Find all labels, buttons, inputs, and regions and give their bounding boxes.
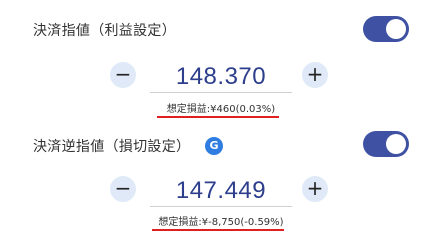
guaranteed-badge-icon[interactable]: G <box>205 137 223 155</box>
take-profit-price-input[interactable]: 148.370 <box>150 63 292 91</box>
take-profit-increment-button[interactable]: + <box>302 62 328 88</box>
take-profit-estimated-profit: 想定損益:¥460(0.03%) <box>166 104 276 115</box>
toggle-knob <box>386 19 406 39</box>
stop-loss-estimated-profit: 想定損益:¥-8,750(-0.59%) <box>158 217 284 228</box>
stop-loss-price-input[interactable]: 147.449 <box>150 177 292 205</box>
stop-loss-decrement-button[interactable]: − <box>110 176 136 202</box>
stop-loss-price-underline <box>150 206 292 207</box>
toggle-knob <box>386 134 406 154</box>
take-profit-toggle[interactable] <box>363 16 409 42</box>
stop-loss-toggle[interactable] <box>363 131 409 157</box>
take-profit-label: 決済指値（利益設定） <box>33 23 176 39</box>
stop-loss-profit-underline <box>152 229 284 231</box>
stop-loss-label: 決済逆指値（損切設定） <box>33 139 191 155</box>
stop-loss-increment-button[interactable]: + <box>302 176 328 202</box>
take-profit-decrement-button[interactable]: − <box>110 62 136 88</box>
take-profit-profit-underline <box>157 116 279 118</box>
take-profit-price-underline <box>150 92 292 93</box>
